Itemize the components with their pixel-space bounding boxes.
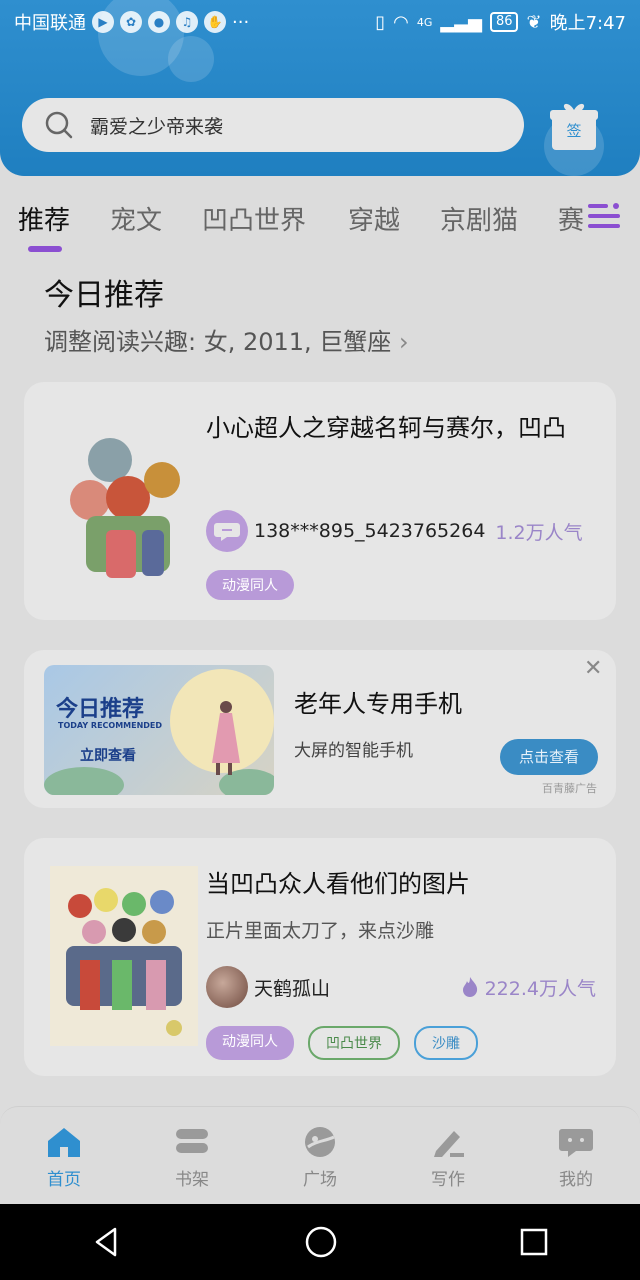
ad-banner[interactable]: 今日推荐 TODAY RECOMMENDED 立即查看 老年人专用手机 大屏的智… bbox=[24, 650, 616, 808]
tab-jingju-cat[interactable]: 京剧猫 bbox=[440, 200, 518, 237]
popularity: 222.4万人气 bbox=[461, 974, 596, 1001]
profile-icon bbox=[559, 1129, 593, 1157]
back-icon[interactable] bbox=[91, 1226, 123, 1258]
battery-level: 86 bbox=[489, 12, 519, 32]
ad-image-cta: 立即查看 bbox=[80, 748, 136, 764]
carrier-name: 中国联通 bbox=[14, 13, 86, 34]
status-bar: 中国联通 ▶ ✿ ● ♫ ✋ ··· ▯ ◠ 4G ▂▃▅ 86 ❦ 晚上7:4… bbox=[0, 0, 640, 44]
book-title: 当凹凸众人看他们的图片 bbox=[206, 870, 470, 898]
nav-home-label: 首页 bbox=[47, 1170, 81, 1190]
bookshelf-icon bbox=[176, 1129, 208, 1153]
book-description: 正片里面太刀了，来点沙雕 bbox=[206, 920, 435, 942]
nav-write-label: 写作 bbox=[431, 1170, 465, 1190]
book-card[interactable]: 小心超人之穿越名轲与赛尔，凹凸 138***895_5423765264 1.2… bbox=[24, 382, 616, 620]
network-type: 4G bbox=[416, 15, 433, 29]
tag-anime-fanfic[interactable]: 动漫同人 bbox=[206, 1026, 294, 1060]
active-tab-indicator bbox=[28, 246, 62, 252]
home-circle-icon[interactable] bbox=[304, 1225, 338, 1259]
close-icon[interactable]: ✕ bbox=[584, 656, 602, 681]
author-avatar bbox=[206, 966, 248, 1008]
author-row: 138***895_5423765264 1.2万人气 bbox=[206, 510, 596, 552]
clock: 晚上7:47 bbox=[549, 13, 626, 34]
hand-app-icon: ✋ bbox=[204, 11, 226, 33]
recent-apps-icon[interactable] bbox=[519, 1227, 549, 1257]
music-app-icon: ♫ bbox=[176, 11, 198, 33]
category-menu-icon[interactable] bbox=[586, 200, 622, 232]
tag-shadiao[interactable]: 沙雕 bbox=[414, 1026, 478, 1060]
tag-aotu-world[interactable]: 凹凸世界 bbox=[308, 1026, 400, 1060]
plaza-icon bbox=[305, 1127, 335, 1157]
video-app-icon: ▶ bbox=[92, 11, 114, 33]
ad-source-label: 百青藤广告 bbox=[542, 782, 597, 795]
popularity: 1.2万人气 bbox=[495, 521, 583, 544]
search-icon bbox=[45, 111, 73, 139]
checkin-gift-button[interactable]: 签 bbox=[548, 100, 600, 152]
tab-sai[interactable]: 赛 bbox=[558, 200, 584, 237]
home-icon bbox=[48, 1128, 80, 1157]
popularity-value: 222.4万人气 bbox=[484, 977, 596, 1000]
chevron-right-icon: › bbox=[398, 328, 409, 356]
tab-chongwen[interactable]: 宠文 bbox=[110, 200, 162, 237]
reading-interest-link[interactable]: 调整阅读兴趣: 女, 2011, 巨蟹座 › bbox=[44, 322, 409, 357]
tag-anime-fanfic[interactable]: 动漫同人 bbox=[206, 570, 294, 600]
vibrate-icon: ▯ bbox=[375, 11, 386, 33]
ad-image-subtitle: TODAY RECOMMENDED bbox=[58, 721, 163, 730]
book-card[interactable]: 当凹凸众人看他们的图片 正片里面太刀了，来点沙雕 天鹤孤山 222.4万人气 动… bbox=[24, 838, 616, 1076]
ad-image-title: 今日推荐 bbox=[56, 697, 145, 722]
section-title: 今日推荐 bbox=[44, 278, 164, 313]
category-tabs: 推荐 宠文 凹凸世界 穿越 京剧猫 赛 bbox=[0, 176, 640, 256]
nav-home[interactable]: 首页 bbox=[0, 1107, 128, 1204]
author-avatar bbox=[206, 510, 248, 552]
ad-view-button[interactable]: 点击查看 bbox=[500, 739, 598, 775]
signal-icon: ▂▃▅ bbox=[440, 11, 482, 33]
book-title: 小心超人之穿越名轲与赛尔，凹凸 bbox=[206, 414, 566, 442]
nav-plaza[interactable]: 广场 bbox=[256, 1107, 384, 1204]
flame-icon bbox=[462, 977, 477, 997]
author-name: 天鹤孤山 bbox=[254, 977, 331, 1000]
tab-time-travel[interactable]: 穿越 bbox=[348, 200, 400, 237]
leaf-icon: ❦ bbox=[526, 11, 542, 33]
tag-list: 动漫同人 凹凸世界 沙雕 bbox=[206, 1026, 478, 1060]
checkin-label: 签 bbox=[566, 122, 582, 140]
search-input[interactable]: 霸爱之少帝来袭 bbox=[22, 98, 524, 152]
nav-bookshelf-label: 书架 bbox=[175, 1170, 209, 1190]
book-cover-image bbox=[50, 410, 198, 590]
author-name: 138***895_5423765264 bbox=[254, 520, 486, 542]
chat-bubble-icon bbox=[214, 523, 240, 541]
nav-plaza-label: 广场 bbox=[303, 1170, 337, 1190]
author-row: 天鹤孤山 222.4万人气 bbox=[206, 966, 596, 1008]
tab-aotu-world[interactable]: 凹凸世界 bbox=[202, 200, 306, 237]
more-notifications-icon: ··· bbox=[232, 11, 250, 33]
chat-app-icon: ● bbox=[148, 11, 170, 33]
paw-app-icon: ✿ bbox=[120, 11, 142, 33]
reading-interest-text: 调整阅读兴趣: 女, 2011, 巨蟹座 bbox=[44, 328, 392, 356]
ad-title: 老年人专用手机 bbox=[294, 690, 462, 718]
ad-image: 今日推荐 TODAY RECOMMENDED 立即查看 bbox=[44, 665, 274, 795]
ad-description: 大屏的智能手机 bbox=[294, 741, 413, 761]
search-placeholder: 霸爱之少帝来袭 bbox=[90, 115, 224, 138]
system-nav-bar bbox=[0, 1204, 640, 1280]
nav-write[interactable]: 写作 bbox=[384, 1107, 512, 1204]
nav-profile[interactable]: 我的 bbox=[512, 1107, 640, 1204]
bottom-nav: 首页 书架 广场 写作 我的 bbox=[0, 1106, 640, 1204]
wifi-icon: ◠ bbox=[393, 11, 409, 33]
tab-recommend[interactable]: 推荐 bbox=[18, 200, 70, 237]
ad-illustration bbox=[44, 669, 274, 795]
nav-bookshelf[interactable]: 书架 bbox=[128, 1107, 256, 1204]
write-icon bbox=[434, 1131, 464, 1157]
book-cover-image bbox=[50, 866, 198, 1046]
nav-profile-label: 我的 bbox=[559, 1170, 593, 1190]
tag-list: 动漫同人 bbox=[206, 570, 294, 600]
